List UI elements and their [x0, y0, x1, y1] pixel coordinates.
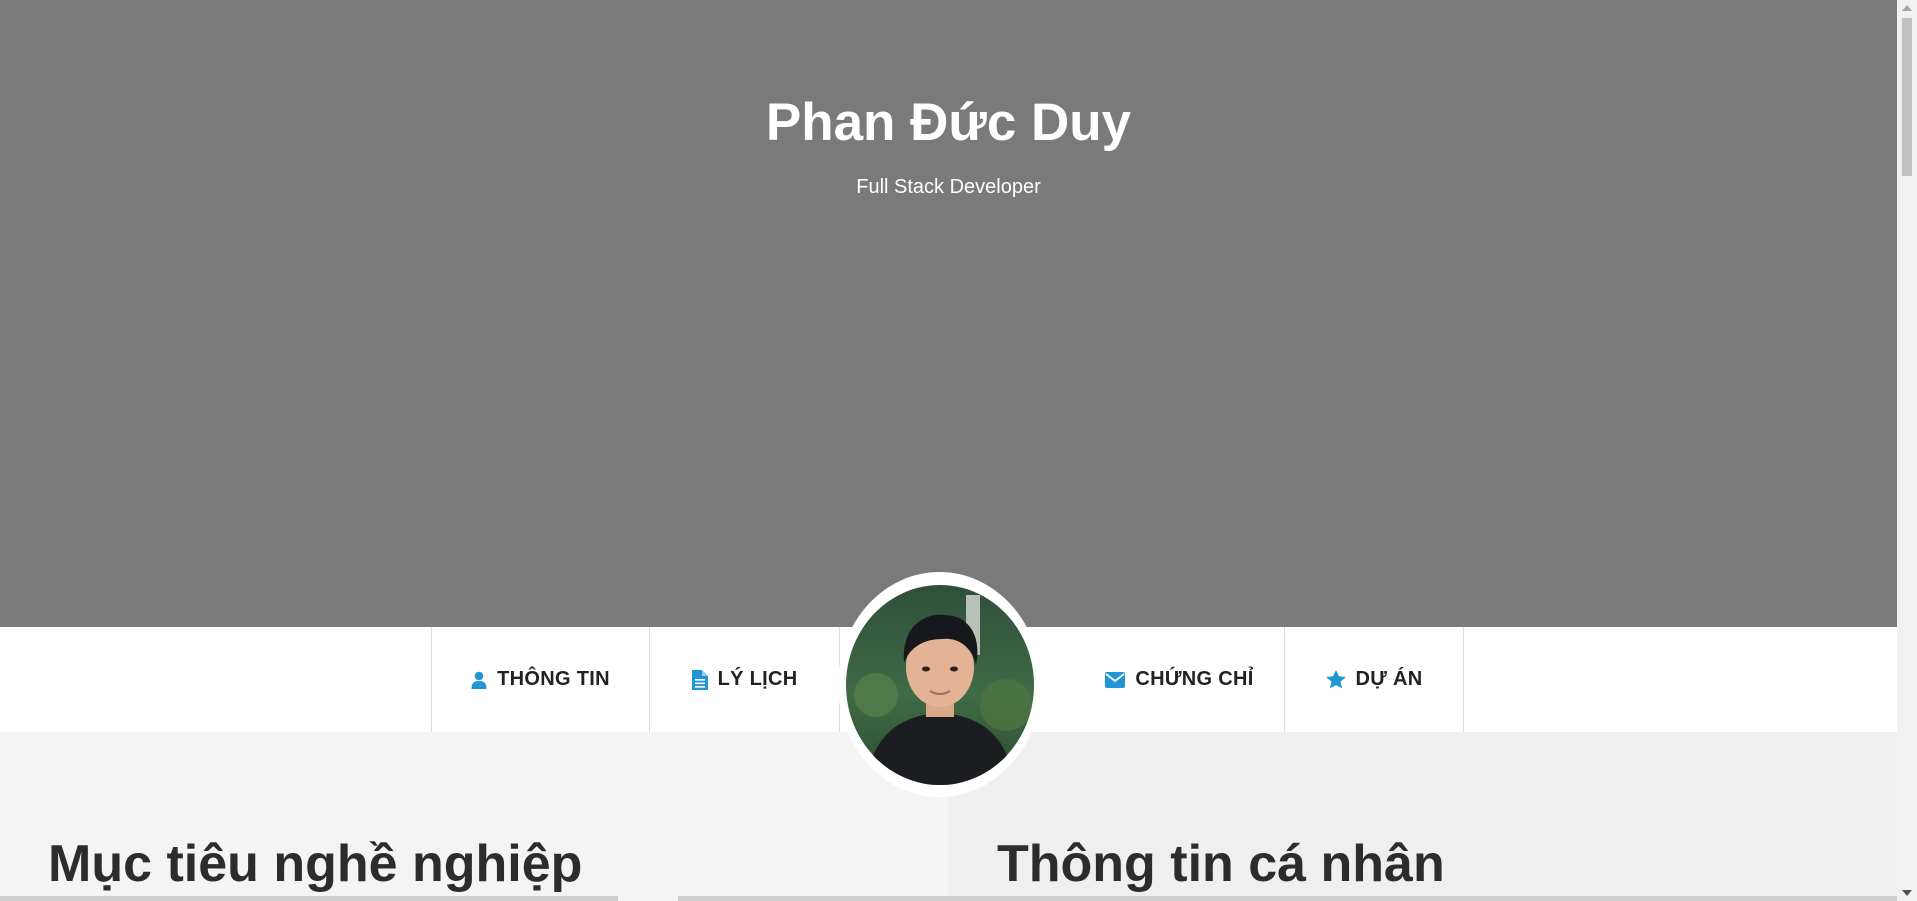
section-title-career-objective: Mục tiêu nghề nghiệp: [48, 835, 583, 893]
scrollbar-thumb[interactable]: [1902, 18, 1912, 176]
nav-item-label: DỰ ÁN: [1355, 668, 1423, 690]
vertical-scrollbar[interactable]: [1897, 0, 1917, 901]
document-icon: [691, 669, 708, 690]
avatar: [846, 585, 1034, 785]
left-column-divider: [0, 896, 618, 901]
nav-item-label: LÝ LỊCH: [717, 668, 798, 690]
scroll-down-arrow-icon[interactable]: [1902, 890, 1912, 896]
nav-item-resume[interactable]: LÝ LỊCH: [650, 627, 840, 732]
nav-item-label: CHỨNG CHỈ: [1135, 668, 1254, 690]
scroll-up-arrow-icon[interactable]: [1902, 5, 1912, 11]
nav-item-certificates[interactable]: CHỨNG CHỈ: [1040, 627, 1285, 732]
profile-subtitle: Full Stack Developer: [856, 176, 1041, 198]
user-icon: [471, 671, 487, 689]
nav-item-info[interactable]: THÔNG TIN: [431, 627, 650, 732]
hero-banner: Phan Đức Duy Full Stack Developer: [0, 0, 1897, 627]
section-title-personal-info: Thông tin cá nhân: [997, 835, 1445, 893]
nav-item-projects[interactable]: DỰ ÁN: [1285, 627, 1464, 732]
profile-name: Phan Đức Duy: [765, 93, 1132, 152]
star-icon: [1325, 670, 1346, 689]
nav-item-label: THÔNG TIN: [497, 668, 610, 690]
envelope-icon: [1105, 671, 1126, 688]
right-column-divider: [678, 896, 1897, 901]
